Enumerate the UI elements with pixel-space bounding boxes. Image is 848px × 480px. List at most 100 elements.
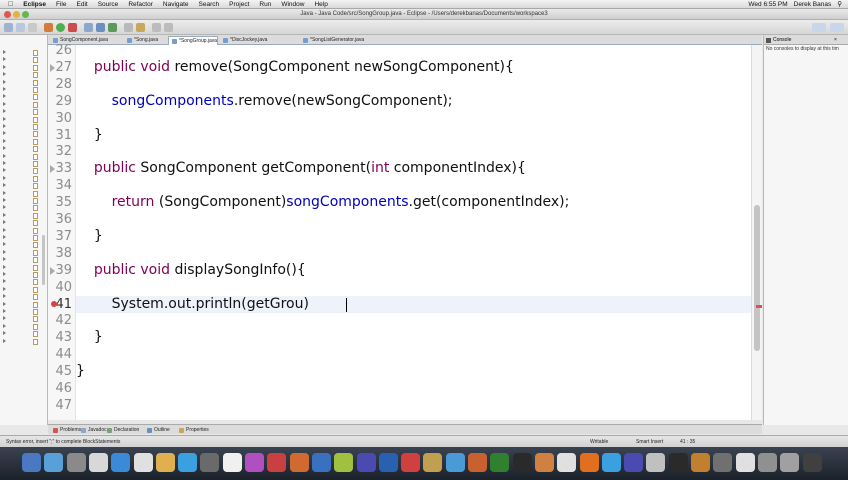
expand-arrow-icon[interactable] (3, 116, 6, 121)
editor-tab[interactable]: *Song.java (124, 36, 166, 45)
external-tools-icon[interactable] (68, 23, 77, 32)
skype-icon[interactable] (557, 453, 577, 472)
folder-icon[interactable] (780, 453, 800, 472)
explorer-row[interactable] (0, 278, 46, 286)
explorer-row[interactable] (0, 101, 46, 108)
explorer-row[interactable] (0, 130, 46, 138)
explorer-row[interactable] (0, 153, 46, 160)
expand-arrow-icon[interactable] (3, 57, 6, 62)
editor-tab[interactable]: *SongGroup.java (168, 36, 218, 45)
explorer-row[interactable] (0, 241, 46, 249)
expand-arrow-icon[interactable] (3, 316, 6, 321)
app-menu[interactable]: Eclipse (18, 0, 51, 9)
explorer-row[interactable] (0, 123, 46, 130)
explorer-scrollbar[interactable] (42, 235, 45, 285)
expand-arrow-icon[interactable] (3, 257, 6, 262)
expand-arrow-icon[interactable] (3, 264, 6, 269)
explorer-row[interactable] (0, 197, 46, 204)
close-window-button[interactable] (4, 11, 11, 18)
editor-tab[interactable]: *SongListGenerator.java (300, 36, 370, 45)
code-editor[interactable]: 26 27 28 29 30 31 32 33 34 35 36 37 38 39 40 41 42 43 44 45… (48, 43, 762, 420)
expand-arrow-icon[interactable] (3, 50, 6, 54)
acrobat-icon[interactable] (356, 453, 376, 472)
new-package-icon[interactable] (96, 23, 105, 32)
expand-arrow-icon[interactable] (3, 242, 6, 247)
explorer-row[interactable] (0, 56, 46, 64)
app-store-icon[interactable] (267, 453, 287, 472)
explorer-row[interactable] (0, 315, 46, 323)
explorer-row[interactable] (0, 160, 46, 167)
expand-arrow-icon[interactable] (3, 323, 6, 328)
explorer-row[interactable] (0, 175, 46, 182)
explorer-row[interactable] (0, 234, 46, 241)
documents-icon[interactable] (735, 453, 755, 472)
safari-icon[interactable] (111, 453, 131, 472)
forward-icon[interactable] (164, 23, 173, 32)
expand-arrow-icon[interactable] (3, 87, 6, 91)
print-icon[interactable] (28, 23, 37, 32)
trash-icon[interactable] (802, 453, 822, 472)
menu-refactor[interactable]: Refactor (123, 0, 158, 9)
applications-icon[interactable] (757, 453, 777, 472)
explorer-row[interactable] (0, 264, 46, 271)
bottom-tab-properties[interactable]: Properties (178, 425, 209, 435)
editor-scroll-thumb[interactable] (754, 205, 760, 351)
itunes-icon[interactable] (222, 453, 242, 472)
mail-icon[interactable] (133, 453, 153, 472)
explorer-row[interactable] (0, 86, 46, 93)
expand-arrow-icon[interactable] (3, 124, 6, 128)
explorer-row[interactable] (0, 49, 46, 56)
editor-tab[interactable]: *DiscJockey.java (220, 36, 298, 45)
zoom-window-button[interactable] (22, 11, 29, 18)
explorer-row[interactable] (0, 219, 46, 227)
user-name[interactable]: Derek Banas (794, 0, 832, 9)
eclipse-icon[interactable] (601, 453, 621, 472)
explorer-row[interactable] (0, 227, 46, 234)
new-icon[interactable] (4, 23, 13, 32)
expand-arrow-icon[interactable] (3, 249, 6, 254)
debug-icon[interactable] (44, 23, 53, 32)
menu-project[interactable]: Project (224, 0, 254, 9)
downloads-icon[interactable] (713, 453, 733, 472)
bottom-tab-javadoc[interactable]: Javadoc (80, 425, 107, 435)
expand-arrow-icon[interactable] (3, 131, 6, 136)
photos-icon[interactable] (401, 453, 421, 472)
expand-arrow-icon[interactable] (3, 190, 6, 195)
explorer-row[interactable] (0, 167, 46, 175)
expand-arrow-icon[interactable] (3, 175, 6, 180)
editor-vertical-scrollbar[interactable] (751, 45, 762, 420)
expand-arrow-icon[interactable] (3, 212, 6, 217)
explorer-row[interactable] (0, 71, 46, 79)
new-java-project-icon[interactable] (84, 23, 93, 32)
explorer-row[interactable] (0, 79, 46, 86)
menu-help[interactable]: Help (309, 0, 332, 9)
expand-arrow-icon[interactable] (3, 279, 6, 284)
explorer-row[interactable] (0, 145, 46, 153)
expand-arrow-icon[interactable] (3, 79, 6, 84)
expand-arrow-icon[interactable] (3, 146, 6, 151)
menu-search[interactable]: Search (194, 0, 225, 9)
preview-icon[interactable] (88, 453, 108, 472)
dashboard-icon[interactable] (44, 453, 64, 472)
console-tab[interactable]: Console (773, 35, 791, 45)
explorer-row[interactable] (0, 93, 46, 101)
calendar-icon[interactable] (200, 453, 220, 472)
explorer-row[interactable] (0, 286, 46, 293)
finder-icon[interactable] (22, 453, 41, 472)
error-icon[interactable] (51, 300, 57, 307)
expand-arrow-icon[interactable] (3, 183, 6, 188)
expand-arrow-icon[interactable] (3, 168, 6, 173)
explorer-row[interactable] (0, 249, 46, 256)
wifi-icon[interactable] (579, 453, 599, 472)
utility-icon[interactable] (646, 453, 666, 472)
explorer-row[interactable] (0, 271, 46, 278)
menu-navigate[interactable]: Navigate (158, 0, 194, 9)
explorer-row[interactable] (0, 308, 46, 315)
maps-icon[interactable] (378, 453, 398, 472)
spotlight-icon[interactable]: ⚲ (837, 0, 842, 9)
expand-arrow-icon[interactable] (3, 64, 6, 69)
run-icon[interactable] (56, 23, 65, 32)
explorer-row[interactable] (0, 338, 46, 345)
expand-arrow-icon[interactable] (3, 153, 6, 158)
expand-arrow-icon[interactable] (3, 109, 6, 114)
